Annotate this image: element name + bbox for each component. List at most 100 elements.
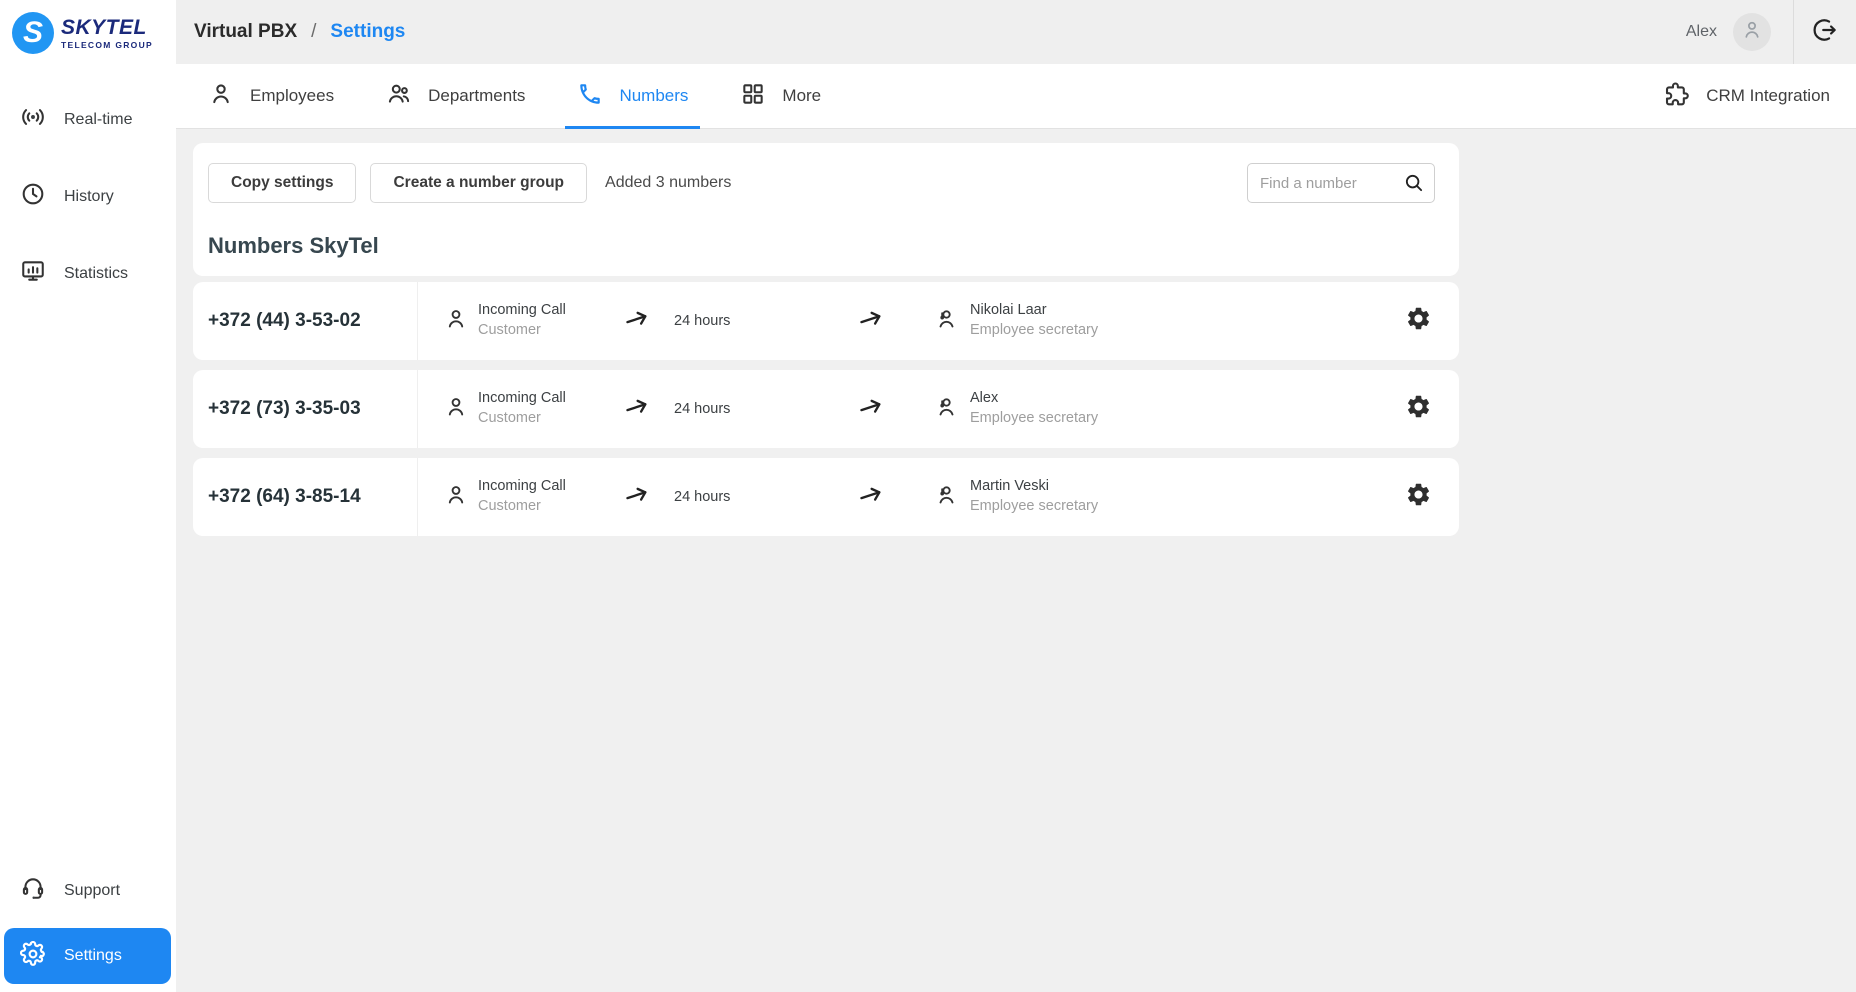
- chart-monitor-icon: [20, 258, 46, 289]
- gear-icon: [20, 941, 46, 972]
- source-title: Incoming Call: [478, 477, 566, 497]
- tab-label: Employees: [250, 86, 334, 106]
- row-divider: [417, 282, 418, 360]
- main-content: Copy settings Create a number group Adde…: [176, 130, 1856, 992]
- gear-icon: [1405, 305, 1432, 337]
- number-row: +372 (44) 3-53-02 Incoming Call Customer…: [193, 282, 1459, 360]
- tab-label: More: [782, 86, 821, 106]
- gear-icon: [1405, 393, 1432, 425]
- sidebar-item-history[interactable]: History: [0, 169, 176, 224]
- call-source: Incoming Call Customer: [444, 389, 604, 428]
- crm-integration-button[interactable]: CRM Integration: [1662, 80, 1830, 113]
- row-settings-button[interactable]: [1401, 480, 1435, 514]
- broadcast-icon: [20, 104, 46, 135]
- brand-logo-icon: S: [12, 12, 54, 54]
- target-subtitle: Employee secretary: [970, 409, 1098, 429]
- sidebar-nav-bottom: Support Settings: [0, 863, 176, 992]
- row-divider: [417, 370, 418, 448]
- sidebar-item-label: Settings: [64, 947, 122, 965]
- phone-number: +372 (73) 3-35-03: [193, 398, 417, 420]
- arrow-right-icon: [856, 304, 890, 339]
- sidebar-item-statistics[interactable]: Statistics: [0, 246, 176, 301]
- sidebar-item-real-time[interactable]: Real-time: [0, 92, 176, 147]
- target-name: Nikolai Laar: [970, 301, 1098, 321]
- tab-label: Departments: [428, 86, 525, 106]
- tab-numbers[interactable]: Numbers: [551, 64, 714, 128]
- row-settings-button[interactable]: [1401, 392, 1435, 426]
- search-box: [1247, 163, 1435, 203]
- toolbar: Copy settings Create a number group Adde…: [193, 143, 1459, 203]
- number-rows: +372 (44) 3-53-02 Incoming Call Customer…: [193, 282, 1459, 546]
- sidebar: S SKYTEL TELECOM GROUP Real-time History…: [0, 0, 176, 992]
- row-divider: [417, 458, 418, 536]
- source-title: Incoming Call: [478, 389, 566, 409]
- sidebar-item-label: Support: [64, 882, 120, 900]
- grid-icon: [740, 81, 766, 112]
- breadcrumb: Virtual PBX / Settings: [194, 21, 405, 43]
- brand-tagline: TELECOM GROUP: [61, 41, 153, 50]
- tabs-bar: Employees Departments Numbers More CRM I…: [176, 64, 1856, 129]
- tab-label: Numbers: [619, 86, 688, 106]
- phone-icon: [577, 81, 603, 112]
- phone-number: +372 (44) 3-53-02: [193, 310, 417, 332]
- person-headset-icon: [934, 395, 958, 424]
- breadcrumb-separator: /: [311, 21, 316, 43]
- duration: 24 hours: [674, 401, 784, 417]
- sidebar-item-support[interactable]: Support: [0, 863, 176, 918]
- sidebar-item-label: History: [64, 188, 114, 206]
- app-root: S SKYTEL TELECOM GROUP Real-time History…: [0, 0, 1856, 992]
- logout-button[interactable]: [1794, 0, 1856, 64]
- call-target: Martin Veski Employee secretary: [934, 477, 1401, 516]
- copy-settings-button[interactable]: Copy settings: [208, 163, 356, 203]
- tab-more[interactable]: More: [714, 64, 847, 128]
- numbers-heading: Numbers SkyTel: [208, 233, 1459, 259]
- arrow-right-icon: [622, 304, 656, 339]
- call-source: Incoming Call Customer: [444, 477, 604, 516]
- target-name: Martin Veski: [970, 477, 1098, 497]
- people-icon: [386, 81, 412, 112]
- person-headset-icon: [934, 483, 958, 512]
- arrow-right-icon: [856, 392, 890, 427]
- duration: 24 hours: [674, 489, 784, 505]
- person-icon: [444, 395, 468, 424]
- tab-employees[interactable]: Employees: [182, 64, 360, 128]
- sidebar-item-settings[interactable]: Settings: [4, 928, 171, 984]
- gear-icon: [1405, 481, 1432, 513]
- target-subtitle: Employee secretary: [970, 497, 1098, 517]
- tab-departments[interactable]: Departments: [360, 64, 551, 128]
- crm-label: CRM Integration: [1706, 86, 1830, 106]
- person-icon: [444, 307, 468, 336]
- row-settings-button[interactable]: [1401, 304, 1435, 338]
- headset-icon: [20, 875, 46, 906]
- arrow-right-icon: [622, 392, 656, 427]
- breadcrumb-current: Settings: [330, 21, 405, 43]
- call-target: Alex Employee secretary: [934, 389, 1401, 428]
- arrow-right-icon: [622, 480, 656, 515]
- puzzle-icon: [1662, 80, 1690, 113]
- person-icon: [208, 81, 234, 112]
- arrow-right-icon: [856, 480, 890, 515]
- brand-logo: S SKYTEL TELECOM GROUP: [0, 0, 176, 64]
- numbers-panel: Copy settings Create a number group Adde…: [193, 143, 1459, 276]
- breadcrumb-root[interactable]: Virtual PBX: [194, 21, 297, 43]
- target-subtitle: Employee secretary: [970, 321, 1098, 341]
- source-subtitle: Customer: [478, 497, 566, 517]
- logout-icon: [1811, 16, 1839, 49]
- create-number-group-button[interactable]: Create a number group: [370, 163, 587, 203]
- person-icon: [444, 483, 468, 512]
- person-headset-icon: [934, 307, 958, 336]
- sidebar-item-label: Statistics: [64, 265, 128, 283]
- number-row: +372 (64) 3-85-14 Incoming Call Customer…: [193, 458, 1459, 536]
- added-numbers-text: Added 3 numbers: [605, 174, 731, 192]
- brand-name: SKYTEL: [61, 17, 153, 38]
- header: Virtual PBX / Settings Alex: [176, 0, 1856, 64]
- source-subtitle: Customer: [478, 321, 566, 341]
- avatar[interactable]: [1733, 13, 1771, 51]
- phone-number: +372 (64) 3-85-14: [193, 486, 417, 508]
- call-target: Nikolai Laar Employee secretary: [934, 301, 1401, 340]
- call-source: Incoming Call Customer: [444, 301, 604, 340]
- clock-icon: [20, 181, 46, 212]
- sidebar-item-label: Real-time: [64, 111, 132, 129]
- user-name: Alex: [1686, 23, 1717, 41]
- person-icon: [1741, 19, 1763, 46]
